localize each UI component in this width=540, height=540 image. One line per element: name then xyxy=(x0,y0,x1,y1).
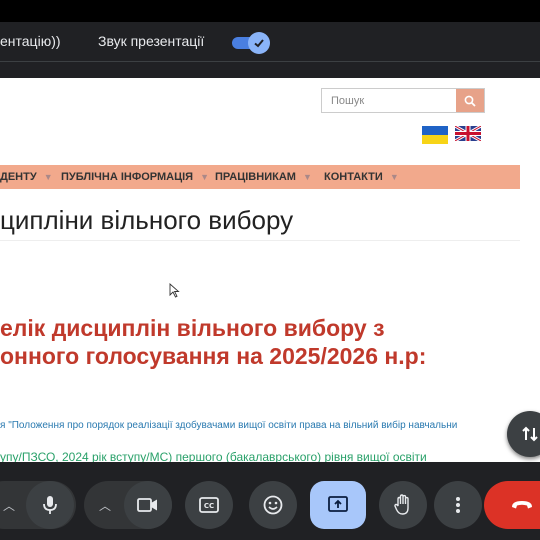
reactions-button[interactable] xyxy=(249,481,297,529)
triangle-down-icon: ▼ xyxy=(200,172,209,182)
present-screen-button[interactable] xyxy=(310,481,366,529)
nav-item-label: ПУБЛІЧНА ІНФОРМАЦІЯ xyxy=(61,171,194,183)
bachelor-disciplines-link[interactable]: упу/ПЗСО, 2024 рік вступу/МС) першого (б… xyxy=(0,450,427,462)
site-search xyxy=(321,88,485,113)
triangle-down-icon: ▼ xyxy=(43,172,53,182)
tab-audio-text: ентацію)) xyxy=(0,33,61,49)
raise-hand-button[interactable] xyxy=(379,481,427,529)
main-heading-line-2: онного голосування на 2025/2026 н.р: xyxy=(0,343,427,369)
leave-call-button[interactable] xyxy=(484,481,540,529)
presentation-sound-toggle[interactable] xyxy=(232,32,270,54)
screen-share-bar: ентацію)) Звук презентації xyxy=(0,22,540,62)
captions-button[interactable]: CC xyxy=(185,481,233,529)
emoji-icon xyxy=(263,495,283,515)
main-heading-line-1: елік дисциплін вільного вибору з xyxy=(0,315,385,341)
svg-text:CC: CC xyxy=(204,502,214,510)
nav-item-label: ПРАЦІВНИКАМ xyxy=(215,171,296,183)
search-input[interactable] xyxy=(322,89,456,112)
swap-vertical-icon xyxy=(522,426,538,442)
captions-icon: CC xyxy=(199,497,219,513)
shared-screen: ДЕНТУ ▼ ПУБЛІЧНА ІНФОРМАЦІЯ ▼ ПРАЦІВНИКАМ ▼… xyxy=(0,78,540,462)
present-screen-icon xyxy=(328,496,348,512)
raise-hand-icon xyxy=(394,494,409,515)
more-options-button[interactable] xyxy=(434,481,482,529)
microphone-button[interactable] xyxy=(26,481,74,529)
nav-item-label: ДЕНТУ xyxy=(0,171,37,183)
hang-up-icon xyxy=(512,501,532,509)
meeting-controls: ︿ ︿ CC xyxy=(0,470,540,540)
divider xyxy=(0,240,520,241)
chevron-up-icon[interactable]: ︿ xyxy=(3,497,15,514)
top-black-bar xyxy=(0,0,540,22)
nav-item-public-info[interactable]: ПУБЛІЧНА ІНФОРМАЦІЯ ▼ xyxy=(61,171,209,183)
camera-button[interactable] xyxy=(124,481,172,529)
triangle-down-icon: ▼ xyxy=(302,172,312,182)
search-button[interactable] xyxy=(456,89,484,112)
search-icon xyxy=(464,95,476,107)
triangle-down-icon: ▼ xyxy=(389,172,399,182)
mouse-cursor-icon xyxy=(169,283,180,298)
presentation-sound-label: Звук презентації xyxy=(98,33,205,49)
nav-item-contacts[interactable]: КОНТАКТИ ▼ xyxy=(324,171,399,183)
uk-flag-icon[interactable] xyxy=(455,126,481,141)
page-title: ципліни вільного вибору xyxy=(0,205,294,235)
camera-icon xyxy=(137,498,157,512)
more-options-icon xyxy=(456,497,460,513)
ua-flag-icon[interactable] xyxy=(422,126,448,144)
nav-item-label: КОНТАКТИ xyxy=(324,171,383,183)
chevron-up-icon[interactable]: ︿ xyxy=(99,497,111,514)
check-icon xyxy=(248,32,270,54)
regulation-link[interactable]: я "Положення про порядок реалізації здоб… xyxy=(0,420,457,431)
divider xyxy=(0,61,540,62)
site-navigation: ДЕНТУ ▼ ПУБЛІЧНА ІНФОРМАЦІЯ ▼ ПРАЦІВНИКАМ ▼… xyxy=(0,165,520,189)
microphone-icon xyxy=(43,496,57,514)
nav-item-student[interactable]: ДЕНТУ ▼ xyxy=(0,171,53,183)
nav-item-staff[interactable]: ПРАЦІВНИКАМ ▼ xyxy=(215,171,312,183)
